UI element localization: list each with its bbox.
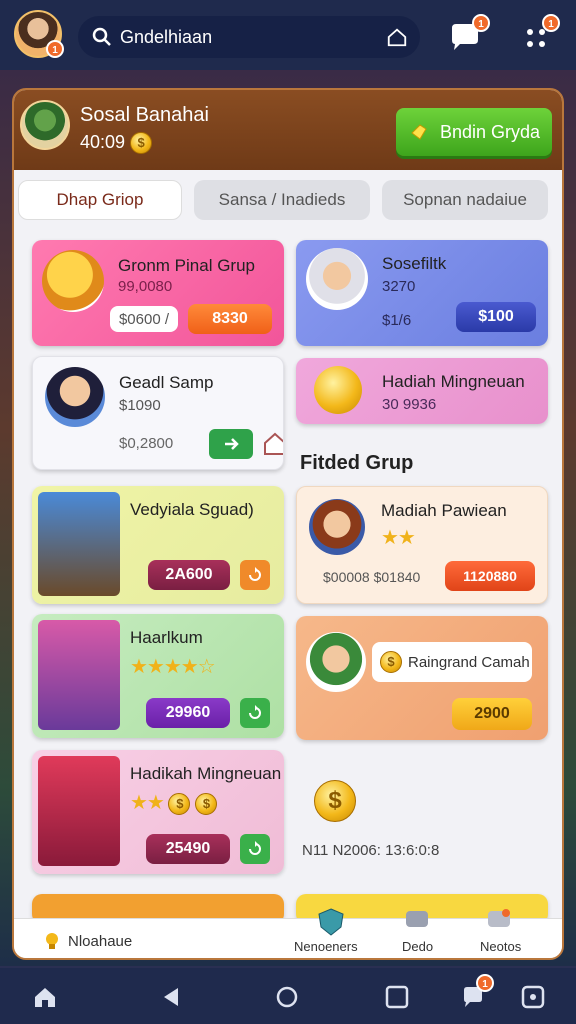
hero-art [38,620,120,730]
price-button[interactable]: 2A600 [148,560,230,590]
character-avatar [45,367,105,427]
message-icon [488,909,510,927]
list-item[interactable]: $2900Raingrand Camah 2900 [296,616,548,740]
search-text: Gndelhiaan [120,27,213,47]
refresh-icon [249,705,261,719]
card-title: Vedyiala Sguad) [130,500,254,519]
price-button[interactable]: 2900 [452,698,532,730]
price-button[interactable]: 1120880 [445,561,535,591]
profile-avatar[interactable] [20,100,70,150]
character-avatar [306,248,368,310]
card-title: Hadikah Mingneuan [130,764,282,783]
rating-stars: ★★ [381,527,416,549]
refresh-button[interactable] [240,834,270,864]
play-button[interactable] [209,429,253,459]
refresh-icon [249,841,261,855]
box-icon [42,250,104,312]
card-title: Haarlkum [130,628,203,647]
nav-badge: 1 [476,974,494,992]
value-box: $0600 / [110,306,178,332]
card-sub: $00008 $01840 [323,569,421,585]
recents-icon[interactable] [384,984,410,1010]
group-button-label: Bndin Gryda [439,121,541,142]
price-button[interactable]: 25490 [146,834,230,864]
shield-icon [318,908,344,936]
timestamp: N11 N2006: 13:6:0:8 [302,842,440,859]
coin-icon: $ [380,651,402,673]
rating-stars: ★★ $ $ [130,790,217,815]
refresh-button[interactable] [240,698,270,728]
card-sub: 3270 [382,278,416,295]
home-nav-icon[interactable] [32,984,58,1010]
system-nav-bar: 1 [0,968,576,1024]
chat-bubble-icon [406,911,428,927]
main-panel: Sosal Banahai 40:09 $ Bndin Gryda Dhap G… [12,88,564,960]
coin-stack-icon [314,366,362,414]
list-item[interactable]: Vedyiala Sguad) 2A600 [32,486,284,604]
buy-button[interactable]: 8330 [188,304,272,334]
tab-dhap-griop[interactable]: Dhap Griop [18,180,182,220]
character-avatar [306,632,366,692]
group-button[interactable]: Bndin Gryda [396,108,552,156]
list-item[interactable]: Gronm Pinal Grup 99,0080 $0600 / 8330 [32,240,284,346]
card-sub: 99,0080 [118,278,173,295]
avatar-badge: 1 [46,40,64,58]
bottom-label-dedo[interactable]: Dedo [402,939,433,954]
search-nav-icon[interactable] [274,984,300,1010]
house-icon[interactable] [261,429,284,457]
tab-sopnan[interactable]: Sopnan nadaiue [382,180,548,220]
refresh-icon [249,567,261,581]
card-title: Sosefiltk [382,254,447,273]
top-bar: 1 Gndelhiaan 1 1 [0,0,576,70]
back-icon[interactable] [158,984,184,1010]
search-icon [92,27,111,46]
profile-amount: 40:09 $ [80,132,153,155]
bottom-label-home[interactable]: Nloahaue [68,933,132,950]
card-title: Gronm Pinal Grup [118,256,255,275]
tab-sansa[interactable]: Sansa / Inadieds [194,180,370,220]
large-coin-icon: $ [314,780,356,822]
card-sub: $1090 [119,397,161,414]
profile-name: Sosal Banahai [80,104,209,126]
list-item[interactable]: Sosefiltk 3270 $1/6 $100 [296,240,548,346]
card-sub: 30 9936 [382,396,437,413]
bottom-label-neotos[interactable]: Neotos [480,939,521,954]
tab-bar: Dhap Griop Sansa / Inadieds Sopnan nadai… [14,174,562,226]
list-item[interactable]: Madiah Pawiean ★★ $00008 $01840 1120880 [296,486,548,604]
list-item[interactable]: Hadikah Mingneuan ★★ $ $ 25490 [32,750,284,874]
card-sub-2: $1/6 [382,312,412,329]
card-title: Madiah Pawiean [381,501,507,520]
price-button[interactable]: 29960 [146,698,230,728]
reward-label: $2900Raingrand Camah [372,642,532,682]
list-item[interactable]: Hadiah Mingneuan 30 9936 [296,358,548,424]
coin-icon: $ [130,132,153,155]
home-icon[interactable] [386,26,408,48]
screenshot-icon[interactable] [520,984,546,1010]
refresh-button[interactable] [240,560,270,590]
list-item[interactable]: Geadl Samp $1090 $0,2800 [32,356,284,470]
chat-badge: 1 [472,14,490,32]
card-title: Hadiah Mingneuan [382,372,525,391]
card-title: Geadl Samp [119,373,214,392]
profile-header: Sosal Banahai 40:09 $ Bndin Gryda [14,90,562,170]
hero-art [38,756,120,866]
rating-stars: ★★★★☆ [130,656,216,678]
hero-art [38,492,120,596]
character-avatar [309,499,365,555]
card-value: $0,2800 [119,435,174,452]
section-title: Fitded Grup [300,452,414,474]
lightbulb-icon [46,933,58,949]
arrow-icon [225,438,239,450]
price-button[interactable]: $100 [456,302,536,332]
bottom-action-strip: Nloahaue Nenoeners Dedo Neotos [14,908,562,958]
menu-badge: 1 [542,14,560,32]
hand-icon [411,124,427,140]
search-bar[interactable]: Gndelhiaan [78,16,420,58]
bottom-label-members[interactable]: Nenoeners [294,939,358,954]
list-item[interactable]: Haarlkum ★★★★☆ 29960 [32,614,284,738]
